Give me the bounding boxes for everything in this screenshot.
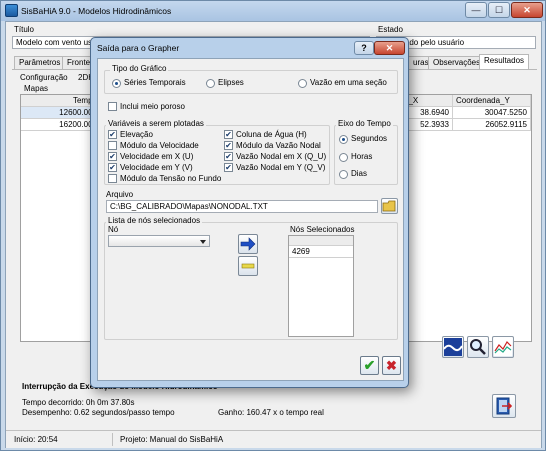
status-bar: Início: 20:54 Projeto: Manual do SisBaHi… <box>6 430 541 448</box>
table-row-cell[interactable]: 30047.5250 <box>453 107 531 119</box>
check-coluna-agua[interactable]: ✔ <box>224 130 233 139</box>
check-vazao-y-label[interactable]: Vazão Nodal em Y (Q_V) <box>236 163 325 172</box>
radio-dias-label[interactable]: Dias <box>351 169 367 178</box>
status-inicio: Início: 20:54 <box>14 435 58 444</box>
no-label: Nó <box>108 225 119 234</box>
chevron-down-icon <box>200 240 206 244</box>
mapas-label: Mapas <box>24 84 49 93</box>
radio-segundos-label[interactable]: Segundos <box>351 134 387 143</box>
folder-icon[interactable] <box>381 198 398 214</box>
main-titlebar: SisBaHiA 9.0 - Modelos Hidrodinâmicos — … <box>1 1 545 21</box>
arquivo-label: Arquivo <box>106 190 134 199</box>
status-divider <box>112 433 113 446</box>
exit-icon[interactable] <box>492 394 516 418</box>
check-vazao-y[interactable]: ✔ <box>224 163 233 172</box>
table-row-cell[interactable]: 16200.000 <box>21 119 101 131</box>
tab-observacoes[interactable]: Observações <box>428 56 486 69</box>
subtab-configuracao[interactable]: Configuração <box>20 73 68 82</box>
list-item[interactable]: 4269 <box>289 246 353 258</box>
radio-vazao-secao-label[interactable]: Vazão em uma seção <box>310 78 387 87</box>
table-row-cell[interactable]: 12600.000 <box>21 107 101 119</box>
check-meio-poroso-label[interactable]: Inclui meio poroso <box>120 102 185 111</box>
dialog-title: Saída para o Grapher <box>97 43 180 53</box>
remove-node-button[interactable] <box>238 256 258 276</box>
no-dropdown[interactable] <box>108 235 210 247</box>
check-modulo-velocidade[interactable] <box>108 141 117 150</box>
minimize-button[interactable]: — <box>465 2 487 18</box>
check-vazao-x-label[interactable]: Vazão Nodal em X (Q_U) <box>236 152 326 161</box>
check-modulo-vazao-label[interactable]: Módulo da Vazão Nodal <box>236 141 321 150</box>
check-tensao-fundo-label[interactable]: Módulo da Tensão no Fundo <box>120 174 221 183</box>
nos-selecionados-label: Nós Selecionados <box>290 225 355 234</box>
radio-horas-label[interactable]: Horas <box>351 152 372 161</box>
add-node-button[interactable] <box>238 234 258 254</box>
ganho: Ganho: 160.47 x o tempo real <box>218 408 324 417</box>
radio-horas[interactable] <box>339 153 348 162</box>
tempo-decorrido: Tempo decorrido: 0h 0m 37.80s <box>22 398 135 407</box>
dialog-close-button[interactable]: ✕ <box>374 41 405 55</box>
radio-elipses-label[interactable]: Elipses <box>218 78 244 87</box>
close-button[interactable]: ✕ <box>511 2 543 18</box>
titulo-label: Título <box>14 25 35 34</box>
radio-series-temporais-label[interactable]: Séries Temporais <box>124 78 186 87</box>
arquivo-field[interactable]: C:\BG_CALIBRADO\Mapas\NONODAL.TXT <box>106 200 378 213</box>
help-button[interactable]: ? <box>354 41 374 55</box>
radio-segundos[interactable] <box>339 135 348 144</box>
wave-icon[interactable] <box>442 336 464 358</box>
check-velocidade-y-label[interactable]: Velocidade em Y (V) <box>120 163 193 172</box>
check-meio-poroso[interactable] <box>108 102 117 111</box>
check-icon: ✔ <box>363 357 376 373</box>
ok-button[interactable]: ✔ <box>360 356 379 375</box>
eixo-tempo-title: Eixo do Tempo <box>336 119 393 128</box>
check-velocidade-y[interactable]: ✔ <box>108 163 117 172</box>
check-tensao-fundo[interactable] <box>108 174 117 183</box>
radio-series-temporais[interactable] <box>112 79 121 88</box>
app-icon <box>5 4 18 17</box>
check-modulo-velocidade-label[interactable]: Módulo da Velocidade <box>120 141 199 150</box>
radio-dias[interactable] <box>339 170 348 179</box>
maximize-button[interactable]: ☐ <box>488 2 510 18</box>
grapher-dialog: Saída para o Grapher ? ✕ Tipo do Gráfico… <box>90 37 409 388</box>
window-title: SisBaHiA 9.0 - Modelos Hidrodinâmicos <box>21 6 172 16</box>
list-header <box>289 236 353 246</box>
tipo-grafico-title: Tipo do Gráfico <box>110 64 169 73</box>
tab-parametros[interactable]: Parâmetros <box>14 56 66 69</box>
status-projeto: Projeto: Manual do SisBaHiA <box>120 435 224 444</box>
grid-header-tempo: Tempo <box>21 95 101 107</box>
estado-label: Estado <box>378 25 403 34</box>
tab-resultados[interactable]: Resultados <box>479 54 530 69</box>
check-vazao-x[interactable]: ✔ <box>224 152 233 161</box>
chart-icon[interactable] <box>492 336 514 358</box>
desempenho: Desempenho: 0.62 segundos/passo tempo <box>22 408 175 417</box>
nos-selecionados-list[interactable]: 4269 <box>288 235 354 337</box>
check-velocidade-x-label[interactable]: Velocidade em X (U) <box>120 152 193 161</box>
variaveis-title: Variáveis a serem plotadas <box>106 119 206 128</box>
check-modulo-vazao[interactable]: ✔ <box>224 141 233 150</box>
check-elevacao-label[interactable]: Elevação <box>120 130 153 139</box>
dialog-client: Tipo do Gráfico Séries Temporais Elipses… <box>97 58 404 381</box>
cancel-button[interactable]: ✖ <box>382 356 401 375</box>
lista-nos-title: Lista de nós selecionados <box>106 216 203 225</box>
magnifier-icon[interactable] <box>467 336 489 358</box>
table-row-cell[interactable]: 26052.9115 <box>453 119 531 131</box>
radio-elipses[interactable] <box>206 79 215 88</box>
close-icon: ✖ <box>386 358 397 373</box>
radio-vazao-secao[interactable] <box>298 79 307 88</box>
grid-header-coord-y: Coordenada_Y <box>453 95 531 107</box>
check-coluna-agua-label[interactable]: Coluna de Água (H) <box>236 130 307 139</box>
check-elevacao[interactable]: ✔ <box>108 130 117 139</box>
check-velocidade-x[interactable]: ✔ <box>108 152 117 161</box>
